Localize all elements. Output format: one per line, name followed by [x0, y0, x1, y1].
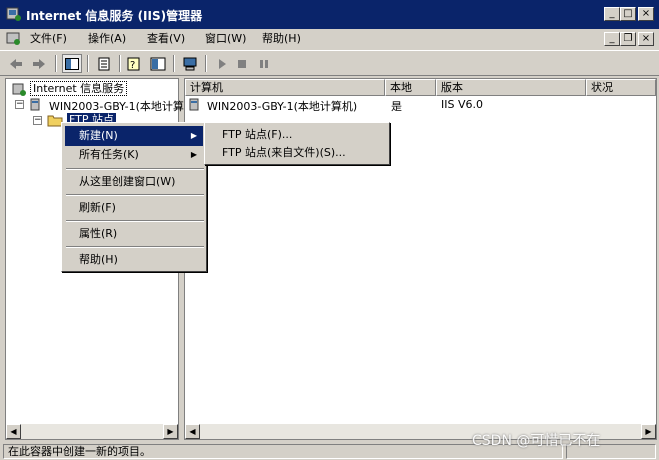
child-minimize-button[interactable]: _: [604, 32, 620, 46]
toolbar-separator: [55, 55, 57, 72]
context-menu-item-properties[interactable]: 属性(R): [65, 224, 203, 244]
child-close-button[interactable]: ×: [638, 32, 654, 46]
scroll-left-icon[interactable]: ◀: [185, 424, 200, 439]
toolbar-separator: [173, 55, 175, 72]
column-header-computer[interactable]: 计算机: [185, 79, 385, 96]
forward-arrow-icon[interactable]: [29, 54, 49, 73]
cell-version: IIS V6.0: [441, 98, 483, 111]
toolbar-separator: [119, 55, 121, 72]
stop-icon[interactable]: [232, 54, 252, 73]
maximize-button[interactable]: □: [620, 7, 636, 21]
context-menu-item-refresh[interactable]: 刷新(F): [65, 198, 203, 218]
context-menu: 新建(N) ▶ 所有任务(K) ▶ 从这里创建窗口(W) 刷新(F) 属性(R) 帮…: [61, 122, 207, 272]
collapse-toggle[interactable]: −: [15, 100, 24, 109]
menu-help[interactable]: 帮助(H): [258, 31, 305, 47]
submenu-item-ftp-site[interactable]: FTP 站点(F)...: [208, 125, 386, 145]
menu-file[interactable]: 文件(F): [26, 31, 71, 47]
watermark-text: CSDN @可惜已不在: [472, 433, 601, 449]
context-menu-item-new-window[interactable]: 从这里创建窗口(W): [65, 172, 203, 192]
cell-computer: WIN2003-GBY-1(本地计算机): [207, 100, 358, 113]
submenu-arrow-icon: ▶: [190, 131, 197, 140]
console-tree-icon[interactable]: [148, 54, 168, 73]
menu-action[interactable]: 操作(A): [84, 31, 130, 47]
menu-separator: [66, 220, 204, 222]
menu-window[interactable]: 窗口(W): [201, 31, 250, 47]
collapse-toggle[interactable]: −: [33, 116, 42, 125]
scroll-right-icon[interactable]: ▶: [641, 424, 656, 439]
context-menu-item-all-tasks[interactable]: 所有任务(K) ▶: [65, 145, 203, 165]
computer-icon[interactable]: [180, 54, 200, 73]
toolbar-separator: [205, 55, 207, 72]
column-header-local[interactable]: 本地: [385, 79, 436, 96]
tree-item-iis-root[interactable]: Internet 信息服务: [30, 81, 128, 96]
tree-horizontal-scrollbar[interactable]: ◀ ▶: [6, 424, 178, 439]
context-menu-item-help[interactable]: 帮助(H): [65, 250, 203, 270]
play-icon[interactable]: [212, 54, 232, 73]
submenu-item-ftp-site-from-file[interactable]: FTP 站点(来自文件)(S)...: [208, 143, 386, 163]
show-tree-icon[interactable]: [62, 54, 82, 73]
mmc-console-icon[interactable]: [6, 32, 22, 46]
tree-item-server[interactable]: WIN2003-GBY-1(本地计算: [49, 98, 184, 114]
close-button[interactable]: ×: [638, 7, 654, 21]
svg-text:?: ?: [130, 60, 135, 71]
column-header-version[interactable]: 版本: [436, 79, 586, 96]
toolbar: ?: [0, 50, 659, 76]
server-icon: [29, 98, 45, 112]
scroll-left-icon[interactable]: ◀: [6, 424, 21, 439]
toolbar-separator: [87, 55, 89, 72]
minimize-button[interactable]: _: [604, 7, 620, 21]
menu-bar: 文件(F) 操作(A) 查看(V) 窗口(W) 帮助(H) _ ❐ ×: [0, 29, 659, 49]
menu-separator: [66, 168, 204, 170]
title-bar: Internet 信息服务 (IIS)管理器 _ □ ×: [0, 0, 659, 29]
table-row[interactable]: WIN2003-GBY-1(本地计算机) 是 IIS V6.0: [185, 97, 656, 113]
menu-view[interactable]: 查看(V): [143, 31, 189, 47]
properties-icon[interactable]: [94, 54, 114, 73]
submenu-arrow-icon: ▶: [190, 150, 197, 159]
scroll-right-icon[interactable]: ▶: [163, 424, 178, 439]
menu-separator: [66, 246, 204, 248]
context-menu-item-new[interactable]: 新建(N) ▶: [65, 126, 203, 146]
child-restore-button[interactable]: ❐: [620, 32, 636, 46]
pause-icon[interactable]: [254, 54, 274, 73]
menu-separator: [66, 194, 204, 196]
help-icon[interactable]: ?: [125, 54, 145, 73]
window-title: Internet 信息服务 (IIS)管理器: [26, 9, 203, 23]
column-header-status[interactable]: 状况: [586, 79, 656, 96]
back-arrow-icon[interactable]: [6, 54, 26, 73]
iis-root-icon: [12, 83, 28, 97]
submenu: FTP 站点(F)... FTP 站点(来自文件)(S)...: [204, 122, 390, 165]
cell-local: 是: [391, 100, 402, 113]
server-icon: [188, 98, 204, 112]
iis-app-icon: [6, 6, 22, 22]
